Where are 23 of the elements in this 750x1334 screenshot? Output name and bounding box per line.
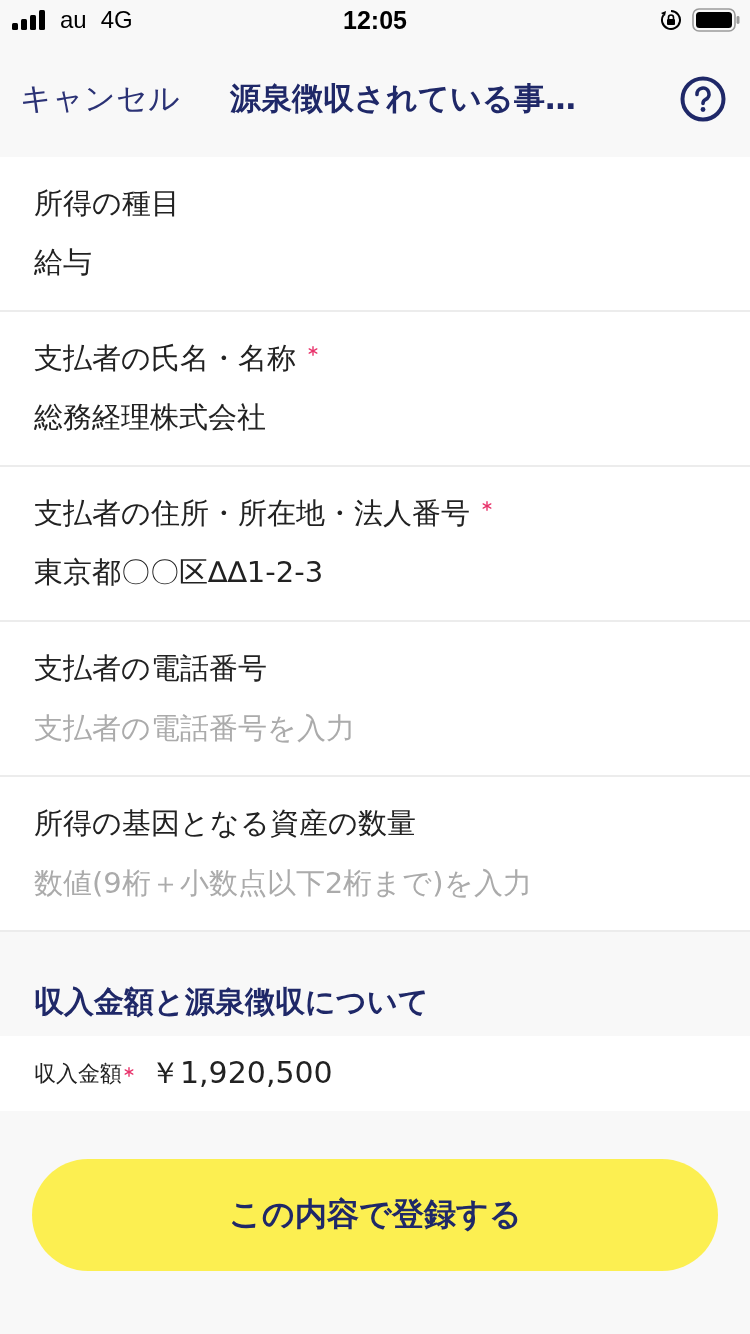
battery-icon [692,8,740,32]
text-field[interactable]: 総務経理株式会社 [34,398,716,438]
amount-label: 収入金額 [34,1059,122,1088]
carrier-name: au [60,6,87,34]
section-heading: 収入金額と源泉徴収について [33,983,430,1021]
status-time: 12:05 [343,5,407,35]
rotation-lock-icon [660,9,682,31]
cancel-link[interactable]: キャンセル [20,77,180,120]
text-field[interactable]: 支払者の電話番号を入力 [34,708,716,748]
field-label: 所得の種目 [34,185,180,222]
field-label: 支払者の氏名・名称 [34,340,296,377]
network-type: 4G [100,6,133,34]
help-icon[interactable] [680,75,726,122]
signal-icon [12,10,46,30]
submit-button[interactable]: この内容で登録する [32,1159,718,1271]
field-label: 支払者の電話番号 [34,650,267,687]
amount-value: ￥1,920,500 [150,1054,333,1092]
text-field[interactable]: 数値(9桁＋小数点以下2桁まで)を入力 [34,863,716,903]
text-field[interactable]: 東京都〇〇区∆∆1-2-3 [34,553,716,593]
screen-title: 源泉徴収されている事… [230,78,577,118]
text-field[interactable]: 給与 [34,243,716,283]
field-label: 支払者の住所・所在地・法人番号 [34,495,470,532]
field-label: 所得の基因となる資産の数量 [34,805,416,842]
